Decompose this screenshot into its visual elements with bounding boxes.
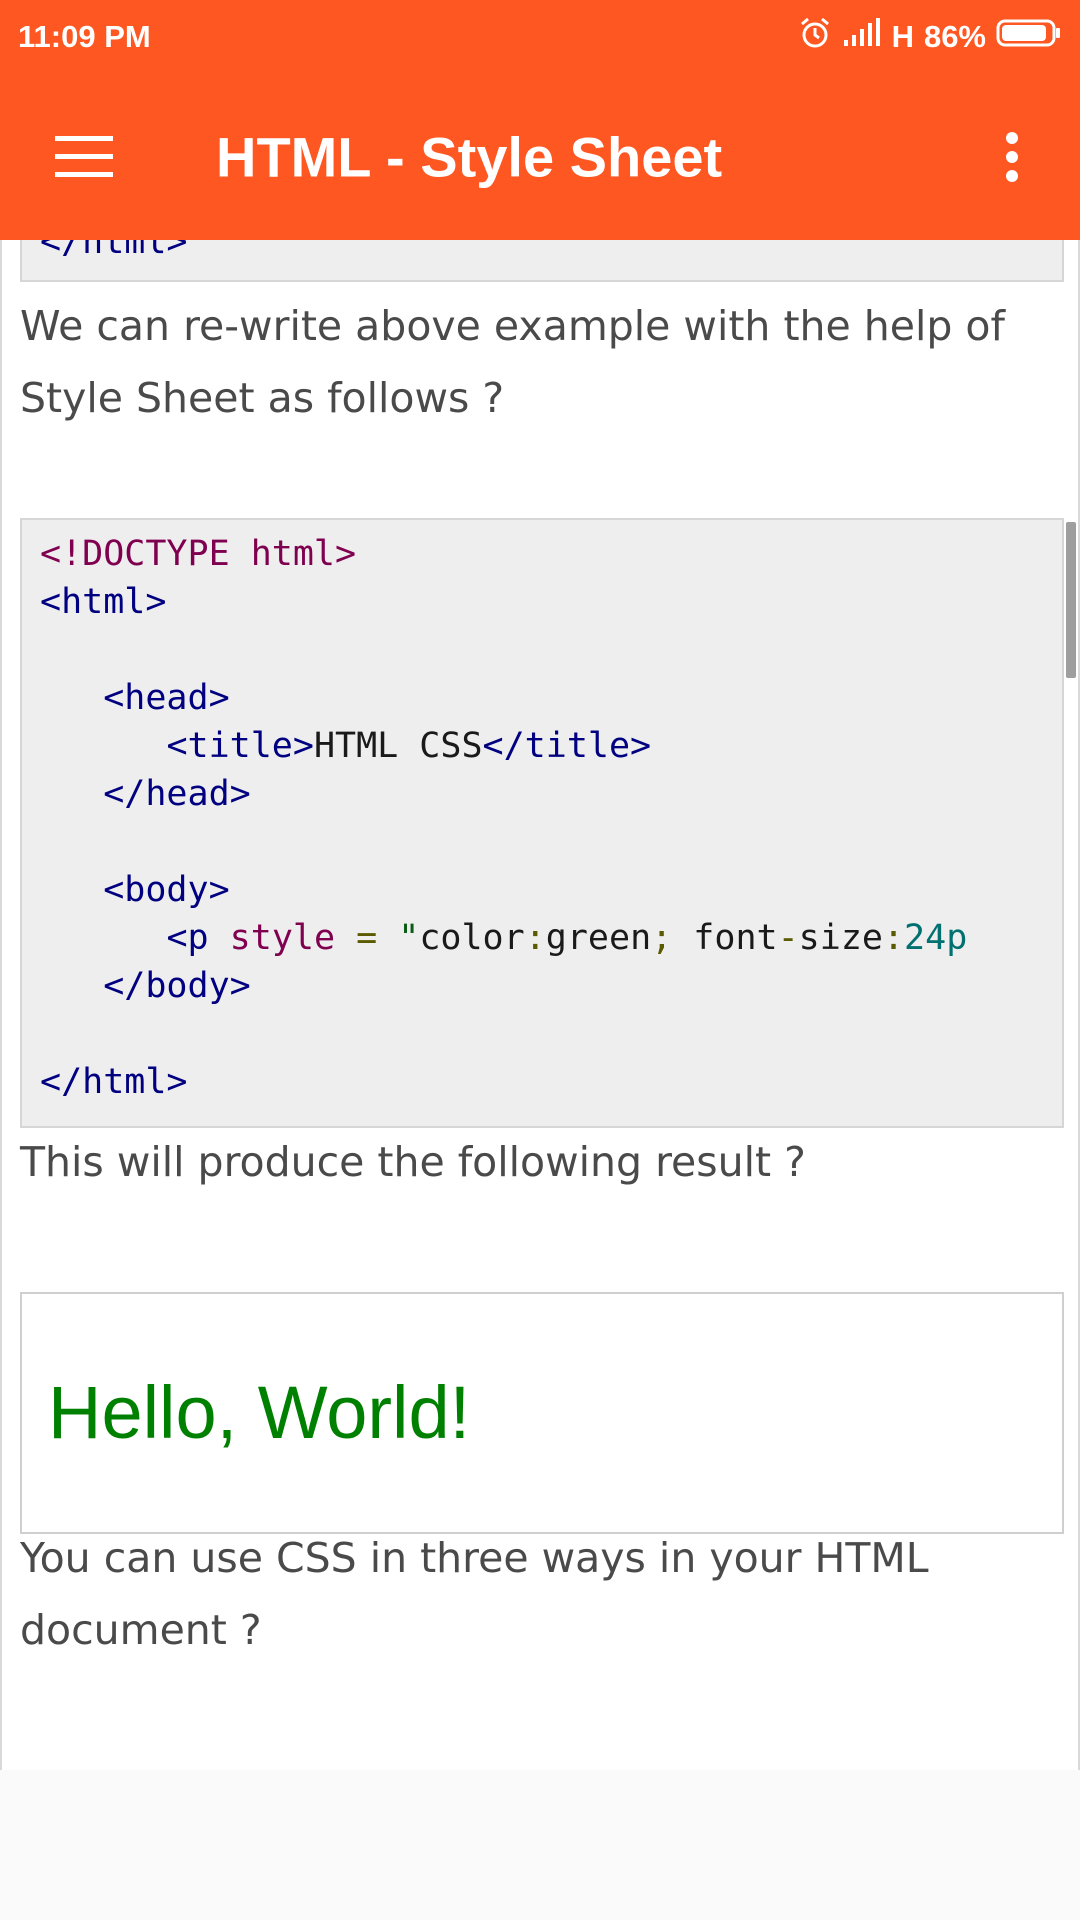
code-block: <!DOCTYPE html> <html> <head> <title>HTM… [20, 518, 1064, 1128]
closing-paragraph: You can use CSS in three ways in your HT… [20, 1534, 929, 1654]
menu-button[interactable] [34, 107, 134, 207]
result-intro-paragraph: This will produce the following result ? [20, 1138, 806, 1186]
overflow-menu-button[interactable] [962, 107, 1062, 207]
status-bar: 11:09 PM H 86% [0, 0, 1080, 73]
network-type: H [891, 18, 914, 54]
screen: 11:09 PM H 86% HTML - Style Sheet </html… [0, 0, 1080, 1920]
battery-icon [996, 18, 1062, 56]
scrollbar-thumb[interactable] [1066, 522, 1076, 678]
more-vert-icon [1006, 132, 1018, 182]
result-hello-text: Hello, World! [48, 1371, 471, 1454]
status-time: 11:09 PM [18, 18, 151, 54]
signal-icon [842, 17, 882, 56]
intro-paragraph: We can re-write above example with the h… [20, 302, 1005, 422]
alarm-icon [798, 16, 832, 58]
code-block-previous: </html> [20, 240, 1064, 282]
status-icons: H 86% [798, 16, 1062, 58]
page-title: HTML - Style Sheet [216, 125, 723, 188]
battery-percent: 86% [923, 18, 986, 54]
hamburger-menu-icon [55, 135, 113, 177]
code-text: <!DOCTYPE html> <html> <head> <title>HTM… [40, 534, 968, 1102]
result-box: Hello, World! [20, 1292, 1064, 1534]
code-line: </html> [40, 240, 188, 262]
app-bar: HTML - Style Sheet [0, 73, 1080, 240]
article-content[interactable]: </html> We can re-write above example wi… [0, 240, 1080, 1770]
